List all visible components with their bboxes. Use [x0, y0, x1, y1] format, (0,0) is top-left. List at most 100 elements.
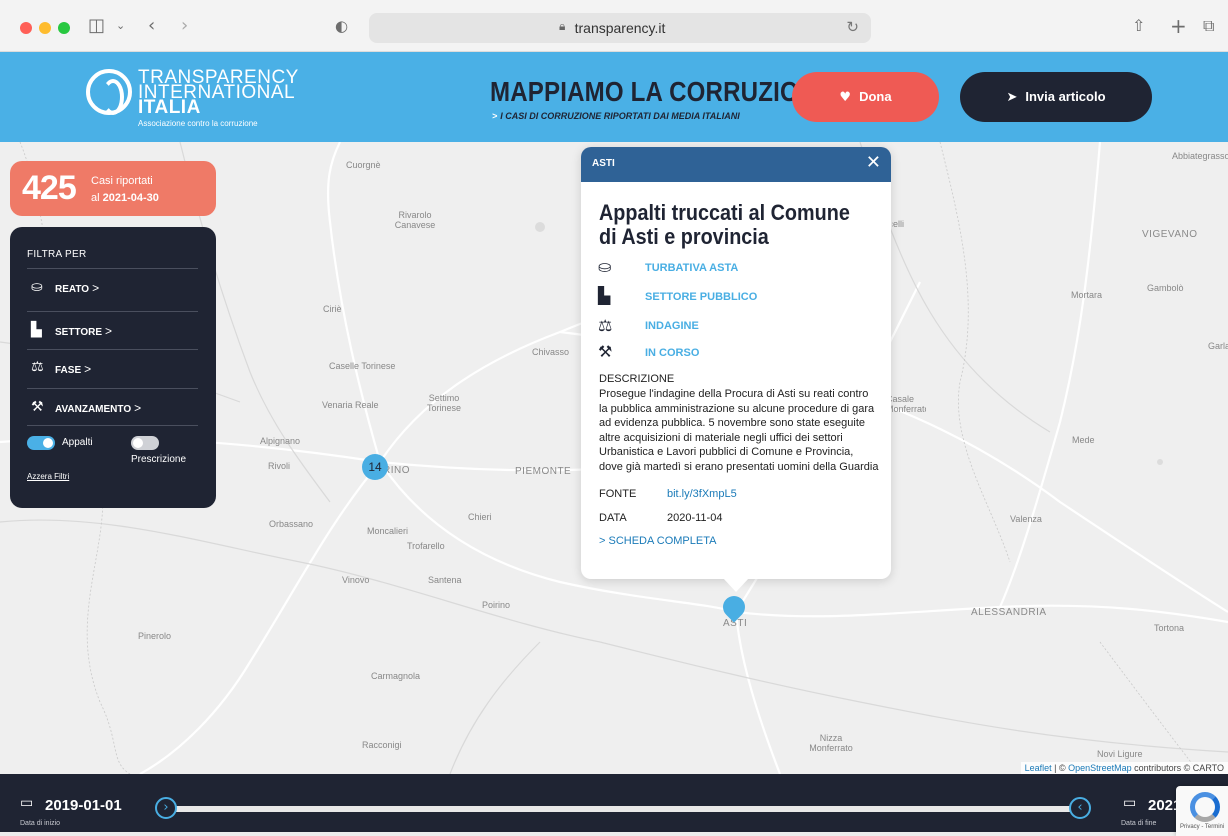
scales-icon: ⚖ [31, 359, 44, 375]
filter-settore[interactable]: ▙ SETTORE > [27, 311, 198, 347]
minimize-window-button[interactable] [39, 22, 51, 34]
logo-icon[interactable] [86, 69, 132, 115]
reload-icon[interactable]: ↻ [846, 18, 859, 36]
popup-header: ASTI ✕ [581, 147, 891, 182]
popup-pointer [723, 578, 749, 592]
filter-avanzamento-label: AVANZAMENTO > [55, 401, 141, 415]
map-label: Gambolò [1147, 283, 1184, 293]
back-icon[interactable]: ‹ [148, 14, 155, 38]
cases-date: al 2021-04-30 [91, 192, 159, 204]
map-label: Santena [428, 575, 462, 585]
map-label: Garlasco [1208, 341, 1228, 351]
recaptcha-icon [1190, 792, 1220, 822]
gavel-icon: ⚒ [598, 344, 613, 361]
filter-fase[interactable]: ⚖ FASE > [27, 349, 198, 385]
fonte-label: FONTE [599, 488, 637, 500]
maximize-window-button[interactable] [58, 22, 70, 34]
case-popup: ASTI ✕ Appalti truccati al Comune di Ast… [581, 147, 891, 579]
close-icon[interactable]: ✕ [866, 154, 881, 172]
plus-icon[interactable]: + [1170, 14, 1187, 38]
fonte-link[interactable]: bit.ly/3fXmpL5 [667, 488, 737, 500]
send-icon: ➤ [1006, 90, 1018, 105]
leaflet-link[interactable]: Leaflet [1025, 763, 1052, 773]
filter-fase-text: FASE [55, 365, 82, 376]
map-label: Valenza [1010, 514, 1042, 524]
popup-city: ASTI [592, 158, 615, 169]
osm-link[interactable]: OpenStreetMap [1068, 763, 1132, 773]
sidebar-icon[interactable]: ◫ [88, 14, 105, 38]
popup-tag-settore: ▙ SETTORE PUBBLICO [598, 288, 878, 308]
popup-title: Appalti truccati al Comune di Asti e pro… [599, 200, 850, 249]
filter-reato[interactable]: ⛀ REATO > [27, 268, 198, 304]
calendar-icon: ▭ [20, 795, 34, 811]
reset-filters-link[interactable]: Azzera Filtri [27, 472, 69, 481]
shield-icon[interactable]: ◐ [335, 14, 348, 38]
map-label: Chieri [468, 512, 492, 522]
scales-icon: ⚖ [598, 316, 613, 335]
heart-icon: ♥ [839, 90, 852, 105]
chevron-right-icon: > [92, 281, 100, 295]
map-label: Moncalieri [367, 526, 409, 536]
toggle-knob [43, 438, 53, 448]
prescrizione-toggle[interactable] [131, 436, 159, 450]
map-label: Abbiategrasso [1172, 151, 1228, 161]
map-label: Carmagnola [371, 671, 421, 681]
map-label: Ciriè [323, 304, 342, 314]
timeline-bar: ▭ 2019-01-01 Data di inizio › ‹ ▭ 2021 D… [0, 774, 1228, 832]
chevron-right-icon: > [134, 401, 142, 415]
dona-button[interactable]: ♥ Dona [792, 72, 939, 122]
start-date[interactable]: 2019-01-01 [45, 797, 122, 814]
cases-date-prefix: al [91, 192, 103, 204]
recaptcha-text[interactable]: Privacy - Termini [1180, 824, 1224, 830]
tag-label[interactable]: IN CORSO [645, 347, 699, 359]
browser-toolbar: ◫ ⌄ ‹ › ◐ 🔒︎ transparency.it ↻ ⇧ + ⧉ [0, 0, 1228, 52]
map-label: Novi Ligure [1097, 749, 1143, 759]
dona-label: Dona [859, 89, 892, 104]
map-label: Mortara [1071, 290, 1103, 300]
data-value: 2020-11-04 [667, 512, 723, 524]
map-attribution: Leaflet | © OpenStreetMap contributors ©… [1020, 762, 1228, 774]
tag-label[interactable]: INDAGINE [645, 320, 699, 332]
cases-label: Casi riportati [91, 175, 153, 187]
chevron-right-icon: > [84, 362, 92, 376]
forward-icon[interactable]: › [181, 14, 188, 38]
cases-date-value: 2021-04-30 [102, 192, 159, 204]
map-cluster-marker[interactable]: 14 [362, 454, 388, 480]
logo-line-3[interactable]: ITALIA [138, 98, 201, 117]
map-label: Poirino [482, 600, 511, 610]
end-date-label: Data di fine [1121, 820, 1157, 827]
timeline-slider-track[interactable] [166, 806, 1080, 812]
close-window-button[interactable] [20, 22, 32, 34]
map-label: Alpignano [260, 436, 301, 446]
filter-settore-label: SETTORE > [55, 324, 112, 338]
tag-label[interactable]: SETTORE PUBBLICO [645, 291, 757, 303]
cases-counter: 425 Casi riportati al 2021-04-30 [10, 161, 216, 216]
popup-tag-reato: ⛀ TURBATIVA ASTA [598, 259, 878, 279]
recaptcha-badge[interactable]: Privacy - Termini [1176, 786, 1228, 836]
tag-label[interactable]: TURBATIVA ASTA [645, 262, 738, 274]
share-icon[interactable]: ⇧ [1132, 14, 1145, 38]
factory-icon: ▙ [31, 321, 42, 337]
slider-start-handle[interactable]: › [155, 797, 177, 819]
popup-tag-avanzamento: ⚒ IN CORSO [598, 344, 878, 364]
map-label: Settimo Torinese [426, 393, 462, 413]
tabs-icon[interactable]: ⧉ [1203, 14, 1214, 38]
gavel-icon: ⚒ [31, 398, 44, 414]
filter-fase-label: FASE > [55, 362, 91, 376]
appalti-label: Appalti [62, 437, 93, 448]
address-bar[interactable]: 🔒︎ transparency.it ↻ [369, 13, 871, 43]
filter-heading: FILTRA PER [27, 249, 87, 260]
map-label: Vinovo [342, 575, 370, 585]
attribution-separator: | © [1051, 763, 1069, 773]
scheda-completa-link[interactable]: > SCHEDA COMPLETA [599, 535, 716, 547]
cases-count: 425 [22, 169, 77, 207]
map-label: PIEMONTE [515, 466, 572, 477]
filter-avanzamento[interactable]: ⚒ AVANZAMENTO > [27, 388, 198, 424]
appalti-toggle[interactable] [27, 436, 55, 450]
toggle-knob [133, 438, 143, 448]
map-label: Cuorgnè [346, 160, 381, 170]
slider-end-handle[interactable]: ‹ [1069, 797, 1091, 819]
chevron-down-icon[interactable]: ⌄ [116, 14, 125, 38]
map-label: Orbassano [269, 519, 314, 529]
invia-articolo-button[interactable]: ➤ Invia articolo [960, 72, 1152, 122]
